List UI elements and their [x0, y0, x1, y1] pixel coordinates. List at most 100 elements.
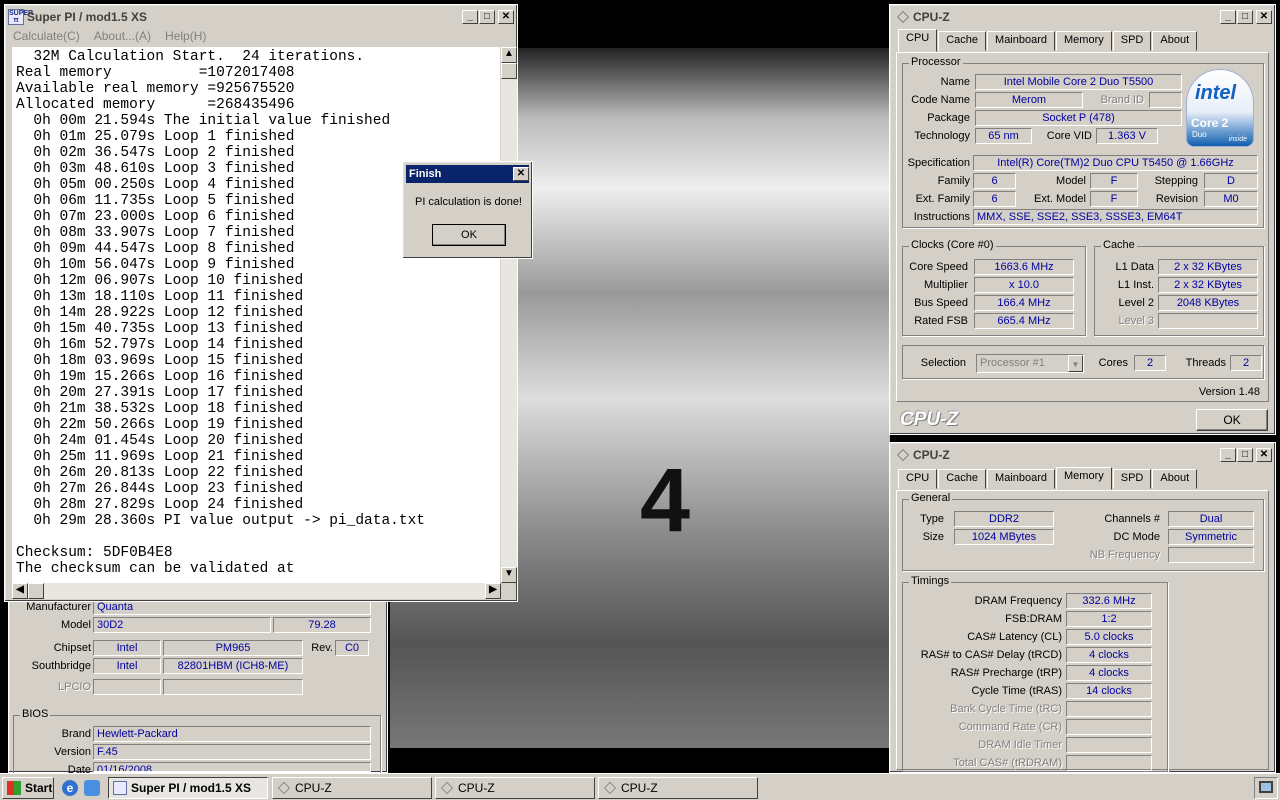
- nbfreq-label: NB Frequency: [1089, 549, 1160, 561]
- tab-about[interactable]: About: [1152, 469, 1198, 489]
- task-cpuz-3-label: CPU-Z: [621, 781, 658, 795]
- southbridge-vendor-value: Intel: [93, 658, 161, 674]
- minimize-icon[interactable]: _: [1220, 10, 1236, 24]
- task-cpuz-2[interactable]: CPU-Z: [435, 777, 595, 799]
- threads-label: Threads: [1185, 357, 1226, 369]
- menu-help[interactable]: Help(H): [165, 29, 206, 43]
- tab-spd[interactable]: SPD: [1112, 31, 1152, 51]
- maximize-icon[interactable]: □: [479, 10, 495, 24]
- threads-value: 2: [1230, 355, 1262, 371]
- taskbar: Start e Super PI / mod1.5 XS CPU-Z CPU-Z…: [0, 773, 1280, 800]
- menu-calculate[interactable]: Calculate(C): [13, 29, 80, 43]
- core2-logo-text: Core 2: [1191, 116, 1229, 130]
- maximize-icon[interactable]: □: [1237, 10, 1253, 24]
- task-superpi[interactable]: Super PI / mod1.5 XS: [108, 777, 268, 799]
- tab-mainboard[interactable]: Mainboard: [987, 469, 1056, 489]
- superpi-output-console[interactable]: 32M Calculation Start. 24 iterations. Rea…: [12, 47, 500, 583]
- cpu-name-value: Intel Mobile Core 2 Duo T5500: [975, 74, 1182, 90]
- hscroll-thumb[interactable]: [28, 583, 44, 599]
- bios-brand-value: Hewlett-Packard: [93, 726, 371, 742]
- maximize-icon[interactable]: □: [1237, 448, 1253, 462]
- close-icon[interactable]: ✕: [513, 167, 529, 181]
- dram-frequency-label: DRAM Frequency: [974, 595, 1062, 607]
- console-line: 0h 28m 27.829s Loop 24 finished: [16, 497, 304, 513]
- console-line: 0h 22m 50.266s Loop 19 finished: [16, 417, 304, 433]
- close-icon[interactable]: ✕: [1256, 10, 1272, 24]
- trc-value: [1066, 701, 1152, 717]
- tab-memory[interactable]: Memory: [1056, 31, 1112, 51]
- console-line: 0h 29m 28.360s PI value output -> pi_dat…: [16, 513, 425, 529]
- finish-message: PI calculation is done!: [414, 196, 522, 208]
- finish-dialog: Finish ✕ PI calculation is done! OK: [402, 161, 533, 259]
- console-line: 0h 00m 21.594s The initial value finishe…: [16, 113, 391, 129]
- cas-latency-value: 5.0 clocks: [1066, 629, 1152, 645]
- quicklaunch-media-icon[interactable]: [84, 780, 100, 796]
- console-line: 0h 19m 15.266s Loop 16 finished: [16, 369, 304, 385]
- console-line: 0h 25m 11.969s Loop 21 finished: [16, 449, 304, 465]
- minimize-icon[interactable]: _: [462, 10, 478, 24]
- close-icon[interactable]: ✕: [1256, 448, 1272, 462]
- console-line: 0h 24m 01.454s Loop 20 finished: [16, 433, 304, 449]
- family-label: Family: [937, 175, 970, 187]
- console-line: 0h 12m 06.907s Loop 10 finished: [16, 273, 304, 289]
- chipset-rev-value: C0: [335, 640, 369, 656]
- tab-about[interactable]: About: [1152, 31, 1198, 51]
- technology-value: 65 nm: [975, 128, 1032, 144]
- console-line: 0h 20m 27.391s Loop 17 finished: [16, 385, 304, 401]
- cpuz-memory-window: CPU-Z _ □ ✕ CPU Cache Mainboard Memory S…: [889, 442, 1276, 773]
- tab-cache[interactable]: Cache: [938, 469, 987, 489]
- cpuz-cpu-titlebar[interactable]: CPU-Z _ □ ✕: [893, 8, 1272, 26]
- stepping-label: Stepping: [1154, 175, 1198, 187]
- extmodel-label: Ext. Model: [1034, 193, 1086, 205]
- task-superpi-label: Super PI / mod1.5 XS: [131, 781, 252, 795]
- scroll-thumb[interactable]: [501, 63, 517, 79]
- horizontal-scrollbar[interactable]: ◀ ▶: [12, 583, 501, 599]
- cpuz-ok-button[interactable]: OK: [1196, 409, 1268, 431]
- chevron-down-icon[interactable]: ▼: [1068, 355, 1083, 372]
- close-icon[interactable]: ✕: [498, 10, 514, 24]
- menu-about[interactable]: About...(A): [94, 29, 151, 43]
- superpi-titlebar[interactable]: SUPER π Super PI / mod1.5 XS _ □ ✕: [8, 8, 514, 26]
- total-cas-label: Total CAS# (tRDRAM): [953, 757, 1062, 769]
- task-cpuz-1[interactable]: CPU-Z: [272, 777, 432, 799]
- tab-spd[interactable]: SPD: [1112, 469, 1152, 489]
- scroll-right-icon[interactable]: ▶: [485, 583, 501, 599]
- finish-ok-button[interactable]: OK: [432, 224, 506, 246]
- tab-cpu[interactable]: CPU: [898, 469, 938, 489]
- scroll-down-icon[interactable]: ▼: [501, 567, 517, 583]
- bios-date-value: 01/16/2008: [93, 762, 371, 772]
- tab-cache[interactable]: Cache: [938, 31, 987, 51]
- southbridge-label: Southbridge: [31, 660, 91, 672]
- start-label: Start: [25, 781, 53, 795]
- selection-dropdown[interactable]: Processor #1 ▼: [976, 354, 1084, 373]
- task-cpuz-3[interactable]: CPU-Z: [598, 777, 758, 799]
- dcmode-label: DC Mode: [1113, 531, 1160, 543]
- channels-label: Channels #: [1104, 513, 1160, 525]
- quicklaunch-ie-icon[interactable]: e: [62, 780, 78, 796]
- vertical-scrollbar[interactable]: ▲ ▼: [501, 47, 517, 583]
- tab-mainboard[interactable]: Mainboard: [987, 31, 1056, 51]
- finish-dialog-title: Finish: [409, 168, 442, 180]
- start-button[interactable]: Start: [2, 777, 54, 799]
- revision-value: M0: [1204, 191, 1258, 207]
- tray-computer-icon[interactable]: [1259, 781, 1273, 793]
- extfamily-label: Ext. Family: [915, 193, 970, 205]
- corespeed-label: Core Speed: [909, 261, 968, 273]
- cpuz-task-icon: [441, 782, 453, 794]
- finish-dialog-titlebar[interactable]: Finish ✕: [406, 165, 529, 183]
- minimize-icon[interactable]: _: [1220, 448, 1236, 462]
- cpuz-memory-titlebar[interactable]: CPU-Z _ □ ✕: [893, 446, 1272, 464]
- console-line: 32M Calculation Start. 24 iterations.: [16, 49, 365, 65]
- model-value: F: [1090, 173, 1138, 189]
- scroll-left-icon[interactable]: ◀: [12, 583, 28, 599]
- wallpaper-car-number: 4: [640, 451, 691, 551]
- bios-version-value: F.45: [93, 744, 371, 760]
- l1inst-value: 2 x 32 KBytes: [1158, 277, 1258, 293]
- busspeed-value: 166.4 MHz: [974, 295, 1074, 311]
- scroll-up-icon[interactable]: ▲: [501, 47, 517, 63]
- tab-memory[interactable]: Memory: [1056, 467, 1112, 490]
- tab-cpu[interactable]: CPU: [898, 29, 938, 52]
- bios-version-label: Version: [54, 746, 91, 758]
- inside-logo-text: inside: [1228, 136, 1247, 143]
- type-value: DDR2: [954, 511, 1054, 527]
